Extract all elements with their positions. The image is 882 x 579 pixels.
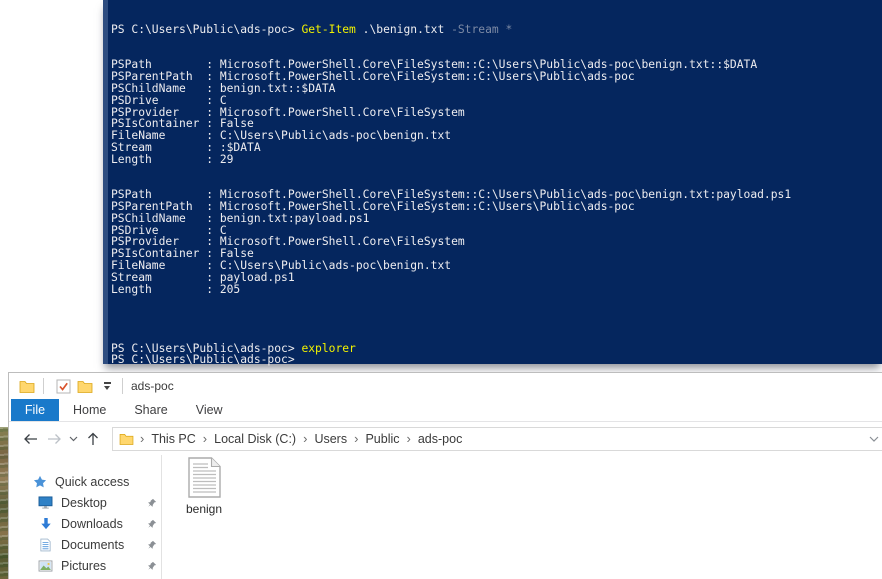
tab-file[interactable]: File	[11, 399, 59, 421]
folder-icon[interactable]	[74, 376, 96, 396]
pin-icon[interactable]	[147, 540, 157, 550]
forward-arrow-icon[interactable]	[43, 427, 65, 451]
explorer-content: Quick access Desktop Downloads Documents…	[9, 455, 882, 579]
breadcrumb-local-disk[interactable]: Local Disk (C:)	[211, 432, 299, 446]
sidebar-label: Desktop	[61, 495, 107, 510]
window-folder-icon	[19, 380, 35, 393]
file-explorer-window[interactable]: ads-poc File Home Share View › This PC ›…	[8, 372, 882, 579]
pin-icon[interactable]	[147, 561, 157, 571]
breadcrumb-separator: ›	[406, 431, 411, 446]
file-name: benign	[185, 502, 223, 516]
pictures-icon	[37, 559, 54, 572]
explorer-titlebar: ads-poc	[9, 373, 882, 399]
navigation-bar: › This PC › Local Disk (C:) › Users › Pu…	[9, 422, 882, 455]
text-document-icon	[187, 457, 221, 498]
sidebar-item-quick-access[interactable]: Quick access	[9, 471, 161, 492]
customize-qat-caret-icon[interactable]	[100, 382, 114, 390]
file-item-benign[interactable]: benign	[172, 457, 236, 516]
titlebar-separator	[122, 378, 123, 394]
sidebar-item-documents[interactable]: Documents	[9, 534, 161, 555]
console-output: PS C:\Users\Public\ads-poc> Get-Item .\b…	[111, 23, 792, 367]
breadcrumb-folder-icon	[119, 433, 134, 445]
pin-icon[interactable]	[147, 519, 157, 529]
sidebar-label: Documents	[61, 537, 125, 552]
sidebar-label: Quick access	[55, 474, 130, 489]
address-bar[interactable]: › This PC › Local Disk (C:) › Users › Pu…	[112, 426, 882, 451]
address-dropdown-icon[interactable]	[869, 436, 879, 442]
sidebar-item-downloads[interactable]: Downloads	[9, 513, 161, 534]
checkmark-icon[interactable]	[52, 376, 74, 396]
breadcrumb-separator: ›	[303, 431, 308, 446]
breadcrumb-separator: ›	[202, 431, 208, 446]
titlebar-separator	[43, 378, 44, 394]
star-icon	[31, 475, 48, 488]
breadcrumb-ads-poc[interactable]: ads-poc	[415, 432, 465, 446]
downloads-icon	[37, 517, 54, 531]
desktop: PS C:\Users\Public\ads-poc> Get-Item .\b…	[0, 0, 882, 579]
ribbon-tab-bar: File Home Share View	[9, 399, 882, 422]
sidebar-item-desktop[interactable]: Desktop	[9, 492, 161, 513]
window-title: ads-poc	[131, 379, 174, 393]
file-list: benign	[162, 455, 882, 579]
documents-icon	[37, 538, 54, 552]
breadcrumb-separator: ›	[140, 431, 145, 446]
breadcrumb-users[interactable]: Users	[311, 432, 350, 446]
up-arrow-icon[interactable]	[82, 427, 104, 451]
breadcrumb-separator: ›	[354, 431, 359, 446]
sidebar-label: Pictures	[61, 558, 107, 573]
powershell-window[interactable]: PS C:\Users\Public\ads-poc> Get-Item .\b…	[103, 0, 882, 367]
tab-home[interactable]: Home	[59, 399, 120, 421]
sidebar-label: Downloads	[61, 516, 123, 531]
pin-icon[interactable]	[147, 498, 157, 508]
sidebar-item-pictures[interactable]: Pictures	[9, 555, 161, 576]
breadcrumb-this-pc[interactable]: This PC	[148, 432, 198, 446]
history-chevron-icon[interactable]	[67, 427, 80, 451]
back-arrow-icon[interactable]	[19, 427, 41, 451]
tab-share[interactable]: Share	[120, 399, 181, 421]
navigation-pane: Quick access Desktop Downloads Documents…	[9, 455, 161, 579]
tab-view[interactable]: View	[182, 399, 237, 421]
desktop-icon	[37, 496, 54, 509]
breadcrumb-public[interactable]: Public	[362, 432, 402, 446]
